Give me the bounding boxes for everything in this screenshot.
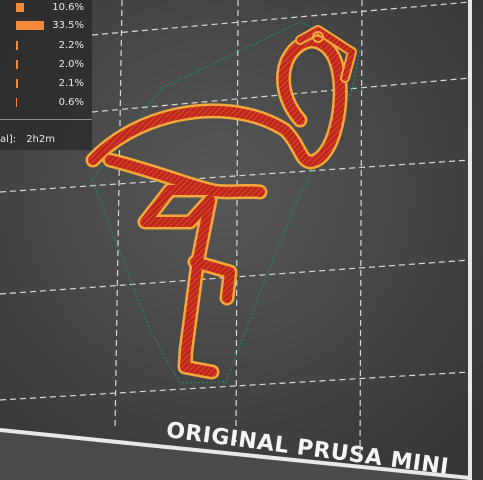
legend-row: 2.0% [0, 58, 92, 72]
legend-row: 10.6% [0, 1, 92, 15]
legend-percent: 33.5% [52, 20, 84, 31]
print-time-label: al]: [0, 134, 17, 145]
legend-bar [16, 21, 44, 30]
legend-bar [16, 98, 17, 107]
legend-row: 2.2% [0, 39, 92, 53]
legend-divider [0, 119, 92, 120]
legend-percent: 2.1% [58, 78, 84, 89]
legend-row: 2.1% [0, 77, 92, 91]
legend-row: 33.5% [0, 19, 92, 33]
legend-percent: 0.6% [58, 97, 84, 108]
legend-bar [16, 79, 18, 88]
legend-percent: 2.2% [58, 40, 84, 51]
legend-row: 0.6% [0, 96, 92, 110]
legend-percent: 2.0% [58, 59, 84, 70]
print-time-value: 2h2m [26, 134, 55, 145]
legend-percent: 10.6% [52, 2, 84, 13]
legend-bar [16, 60, 18, 69]
legend-bar [16, 3, 24, 12]
legend-panel: 10.6% 33.5% 2.2% 2.0% 2.1% 0.6% al]: 2h2m [0, 0, 92, 150]
legend-bar [16, 41, 18, 50]
print-time: al]: 2h2m [0, 133, 55, 147]
